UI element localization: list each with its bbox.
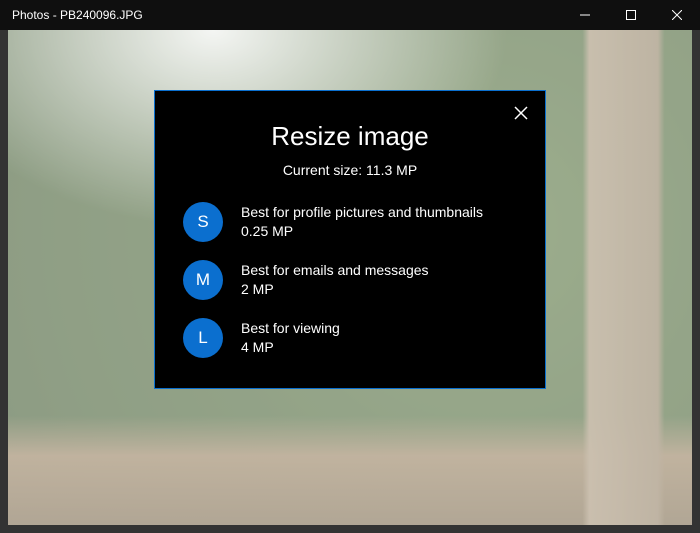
option-text: Best for emails and messages 2 MP (241, 261, 429, 299)
option-desc: Best for emails and messages (241, 261, 429, 280)
resize-option-medium[interactable]: M Best for emails and messages 2 MP (179, 260, 521, 300)
option-size: 4 MP (241, 338, 340, 357)
option-text: Best for viewing 4 MP (241, 319, 340, 357)
maximize-icon (626, 10, 636, 20)
maximize-button[interactable] (608, 0, 654, 30)
resize-option-large[interactable]: L Best for viewing 4 MP (179, 318, 521, 358)
dialog-title: Resize image (179, 121, 521, 152)
current-size-label: Current size: 11.3 MP (179, 162, 521, 178)
option-size: 0.25 MP (241, 222, 483, 241)
minimize-button[interactable] (562, 0, 608, 30)
option-badge-s: S (183, 202, 223, 242)
option-badge-l: L (183, 318, 223, 358)
option-badge-m: M (183, 260, 223, 300)
window-title: Photos - PB240096.JPG (0, 8, 562, 22)
option-size: 2 MP (241, 280, 429, 299)
close-icon (514, 106, 528, 120)
window-controls (562, 0, 700, 30)
close-icon (672, 10, 682, 20)
close-window-button[interactable] (654, 0, 700, 30)
minimize-icon (580, 10, 590, 20)
resize-option-small[interactable]: S Best for profile pictures and thumbnai… (179, 202, 521, 242)
option-desc: Best for viewing (241, 319, 340, 338)
resize-dialog: Resize image Current size: 11.3 MP S Bes… (154, 90, 546, 389)
app-window: Photos - PB240096.JPG Resize image Curre… (0, 0, 700, 533)
titlebar: Photos - PB240096.JPG (0, 0, 700, 30)
dialog-close-button[interactable] (511, 103, 531, 123)
option-desc: Best for profile pictures and thumbnails (241, 203, 483, 222)
option-text: Best for profile pictures and thumbnails… (241, 203, 483, 241)
